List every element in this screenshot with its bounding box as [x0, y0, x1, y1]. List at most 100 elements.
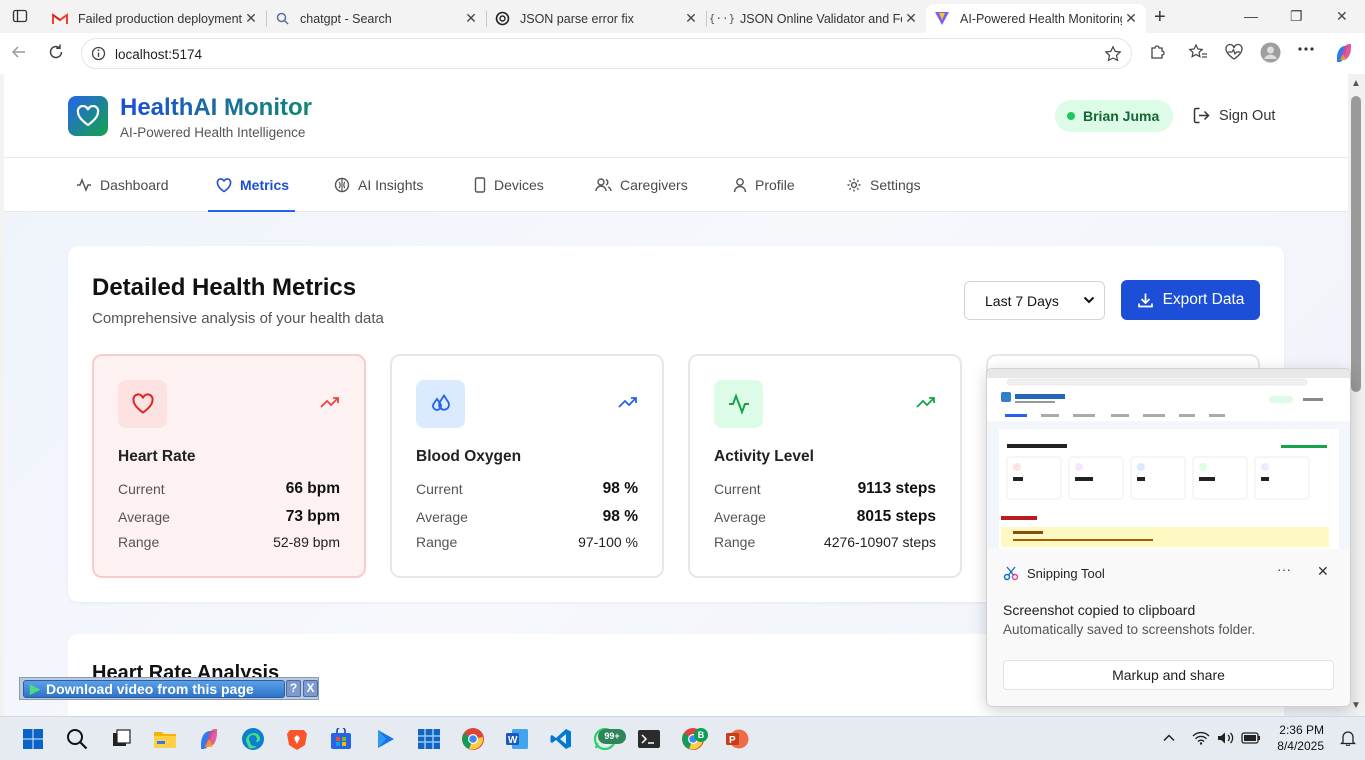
metric-value: 97-100 % — [578, 534, 638, 550]
restore-icon[interactable]: ❐ — [1290, 8, 1303, 25]
windows-start-icon[interactable] — [21, 727, 45, 751]
wifi-icon[interactable] — [1192, 731, 1210, 745]
metric-value: 9113 steps — [857, 480, 936, 497]
back-icon[interactable] — [10, 43, 28, 61]
metric-value: 52-89 bpm — [273, 534, 340, 550]
scroll-down-icon[interactable]: ▼ — [1351, 700, 1361, 711]
metric-name: Heart Rate — [118, 448, 196, 465]
tab-title: chatgpt - Search — [300, 11, 392, 26]
store-icon[interactable] — [329, 727, 353, 751]
notification-bell-icon[interactable] — [1340, 730, 1356, 746]
metric-card-blood-oxygen: Blood Oxygen Current 98 % Average 98 % Ran… — [390, 354, 664, 578]
close-icon[interactable]: ✕ — [682, 10, 700, 27]
tab-devices[interactable]: Devices — [474, 158, 544, 212]
app-tagline: AI-Powered Health Intelligence — [120, 125, 306, 140]
droplets-icon — [416, 380, 465, 428]
page-subtitle: Comprehensive analysis of your health da… — [92, 310, 384, 327]
date-range-select[interactable]: Last 7 Days — [964, 281, 1105, 320]
vscode-icon[interactable] — [549, 727, 573, 751]
more-menu-icon[interactable] — [1297, 46, 1315, 52]
metric-label: Average — [416, 509, 468, 525]
copilot-icon[interactable] — [1333, 42, 1355, 64]
refresh-icon[interactable] — [47, 43, 65, 61]
close-button[interactable]: X — [303, 680, 318, 697]
new-tab-button[interactable]: + — [1154, 6, 1166, 29]
scrollbar-thumb[interactable] — [1351, 96, 1361, 392]
trending-up-icon — [320, 396, 340, 408]
favorites-icon[interactable] — [1188, 43, 1208, 61]
browser-essentials-icon[interactable] — [1224, 43, 1244, 61]
brain-icon — [334, 177, 350, 193]
close-icon[interactable]: ✕ — [1317, 563, 1329, 580]
metric-name: Blood Oxygen — [416, 448, 522, 465]
clock-date: 8/4/2025 — [1277, 739, 1324, 753]
browser-tab-active[interactable]: AI-Powered Health Monitoring ✕ — [926, 4, 1146, 33]
tab-actions-icon[interactable] — [12, 8, 28, 24]
media-player-icon[interactable] — [373, 727, 397, 751]
tab-title: JSON parse error fix — [520, 11, 634, 26]
brave-icon[interactable] — [285, 727, 309, 751]
file-explorer-icon[interactable] — [153, 727, 177, 751]
site-info-icon[interactable] — [91, 46, 106, 61]
trending-up-icon — [618, 396, 638, 408]
favorite-star-icon[interactable] — [1104, 45, 1122, 63]
heart-icon — [118, 380, 167, 428]
browser-tab[interactable]: chatgpt - Search ✕ — [266, 4, 487, 33]
window-close-icon[interactable]: ✕ — [1336, 8, 1348, 25]
download-video-button[interactable]: ▶ Download video from this page — [23, 680, 285, 698]
notification-body: Snipping Tool ··· ✕ Screenshot copied to… — [987, 549, 1350, 706]
copilot-app-icon[interactable] — [197, 727, 221, 751]
scissors-icon — [1003, 565, 1019, 581]
volume-icon[interactable] — [1217, 731, 1235, 745]
browser-tab[interactable]: {··} JSON Online Validator and Fo ✕ — [706, 4, 926, 33]
terminal-icon[interactable] — [637, 727, 661, 751]
markup-and-share-button[interactable]: Markup and share — [1003, 660, 1334, 690]
tab-ai-insights[interactable]: AI Insights — [334, 158, 423, 212]
extensions-icon[interactable] — [1148, 43, 1166, 61]
trending-up-icon — [916, 396, 936, 408]
tab-settings[interactable]: Settings — [846, 158, 921, 212]
powerpoint-icon[interactable]: P — [725, 727, 749, 751]
clock-time: 2:36 PM — [1279, 723, 1324, 737]
battery-icon[interactable] — [1241, 732, 1261, 744]
metric-value: 8015 steps — [856, 508, 936, 525]
user-icon — [733, 178, 747, 193]
browser-tab[interactable]: Failed production deployment ✕ — [44, 4, 267, 33]
spreadsheet-app-icon[interactable] — [417, 727, 441, 751]
svg-text:P: P — [729, 735, 736, 746]
export-label: Export Data — [1162, 291, 1245, 308]
screenshot-thumbnail[interactable] — [987, 369, 1350, 549]
tab-profile[interactable]: Profile — [733, 158, 795, 212]
metric-label: Average — [118, 509, 170, 525]
profile-badge: B — [694, 728, 708, 742]
tab-dashboard[interactable]: Dashboard — [76, 158, 169, 212]
more-options-icon[interactable]: ··· — [1277, 561, 1291, 577]
close-icon[interactable]: ✕ — [242, 10, 260, 27]
close-icon[interactable]: ✕ — [462, 10, 480, 27]
task-view-icon[interactable] — [109, 727, 133, 751]
close-icon[interactable]: ✕ — [1122, 10, 1140, 27]
metric-row-average: Average 98 % — [416, 508, 638, 526]
metric-row-range: Range 4276-10907 steps — [714, 534, 936, 550]
nav-label: Metrics — [240, 177, 290, 193]
minimize-icon[interactable]: — — [1244, 8, 1258, 24]
browser-tab[interactable]: JSON parse error fix ✕ — [486, 4, 707, 33]
sign-out-button[interactable]: Sign Out — [1193, 107, 1275, 124]
tab-title: AI-Powered Health Monitoring — [960, 11, 1122, 26]
system-clock[interactable]: 2:36 PM 8/4/2025 — [1272, 722, 1324, 754]
close-icon[interactable]: ✕ — [902, 10, 920, 27]
tab-metrics[interactable]: Metrics — [208, 158, 295, 212]
address-bar[interactable]: localhost:5174 — [81, 38, 1132, 69]
help-button[interactable]: ? — [286, 680, 301, 697]
scroll-up-icon[interactable]: ▲ — [1351, 78, 1361, 89]
word-icon[interactable]: W — [505, 727, 529, 751]
export-data-button[interactable]: Export Data — [1121, 280, 1260, 320]
metric-card-heart-rate: Heart Rate Current 66 bpm Average 73 bpm R… — [92, 354, 366, 578]
chrome-icon[interactable] — [461, 727, 485, 751]
profile-avatar-icon[interactable] — [1260, 42, 1281, 63]
edge-icon[interactable] — [241, 727, 265, 751]
chevron-up-icon[interactable] — [1162, 731, 1176, 745]
search-icon[interactable] — [65, 727, 89, 751]
user-status-badge: Brian Juma — [1055, 100, 1174, 132]
tab-caregivers[interactable]: Caregivers — [595, 158, 688, 212]
